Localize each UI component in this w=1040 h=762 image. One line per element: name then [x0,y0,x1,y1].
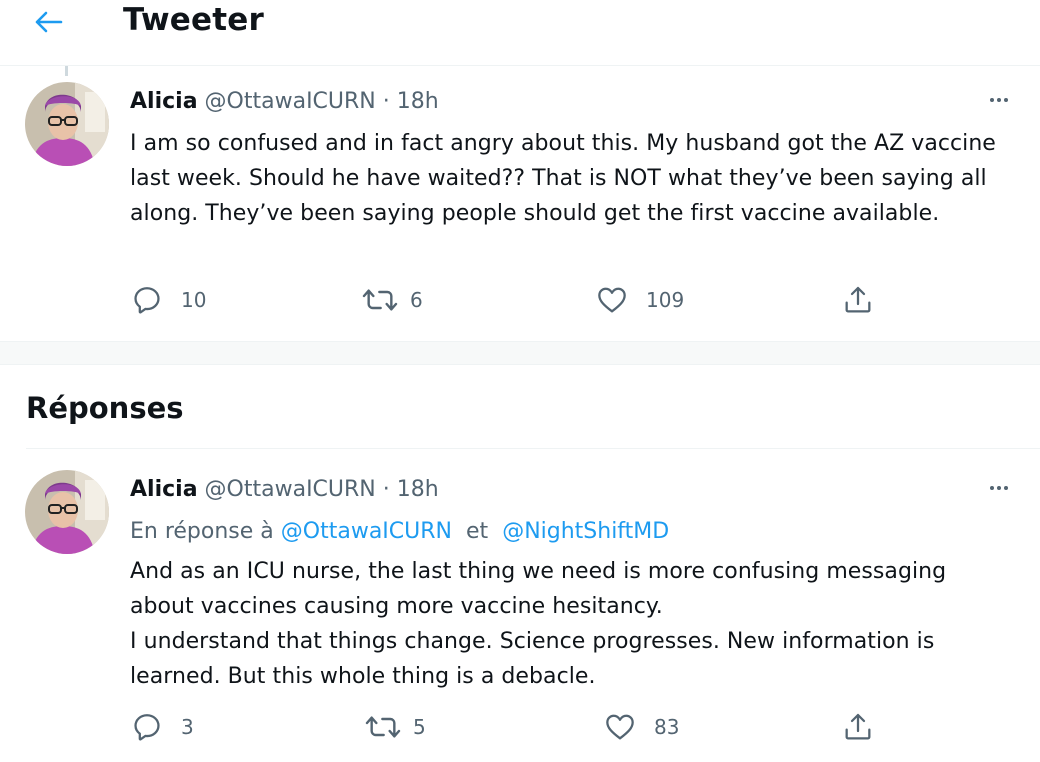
section-border [26,448,1040,449]
retweet-count: 6 [410,288,423,312]
tweet-actions: 3 5 83 [0,711,1040,751]
like-button[interactable]: 83 [604,711,679,743]
reply-count: 3 [181,715,194,739]
more-dots-icon [990,98,994,102]
reply-count: 10 [181,288,207,312]
share-button[interactable] [842,711,874,743]
reply-button[interactable]: 10 [131,284,206,316]
avatar-image [25,470,109,554]
meta-separator: · [382,89,390,114]
replies-section-title: Réponses [26,391,184,425]
retweet-icon [362,289,398,311]
tweet-meta: Alicia @OttawaICURN · 18h [130,88,439,116]
tweet-meta: Alicia @OttawaICURN · 18h [130,476,439,504]
retweet-button[interactable]: 6 [362,284,423,316]
reply-icon [134,287,160,314]
tweet-actions: 10 6 109 [0,284,1040,324]
heart-icon [606,714,634,740]
tweet-timestamp[interactable]: 18h [397,477,439,502]
tweet-text-paragraph: I understand that things change. Science… [130,629,935,689]
share-button[interactable] [842,284,874,316]
like-count: 109 [646,288,685,312]
retweet-count: 5 [413,715,426,739]
tweet-text: And as an ICU nurse, the last thing we n… [130,554,1010,694]
arrow-left-icon [35,11,63,33]
replying-to-label: En réponse à [130,519,274,544]
more-options-button[interactable] [984,478,1014,498]
reply-icon [134,714,160,741]
author-handle[interactable]: @OttawaICURN [205,477,376,502]
avatar[interactable] [25,82,109,166]
like-button[interactable]: 109 [596,284,684,316]
retweet-button[interactable]: 5 [365,711,426,743]
more-dots-icon [990,486,994,490]
replying-to-line: En réponse à @OttawaICURN et @NightShift… [130,518,669,546]
section-divider [0,341,1040,365]
mention-link[interactable]: @NightShiftMD [502,519,669,544]
mention-link[interactable]: @OttawaICURN [281,519,452,544]
author-handle[interactable]: @OttawaICURN [205,89,376,114]
author-name[interactable]: Alicia [130,89,198,114]
retweet-icon [365,716,401,738]
heart-icon [598,287,626,313]
back-button[interactable] [30,4,66,40]
like-count: 83 [654,715,680,739]
more-options-button[interactable] [984,90,1014,110]
thread-connector-line [65,66,68,76]
tweet-text: I am so confused and in fact angry about… [130,131,996,226]
meta-separator: · [382,477,390,502]
tweet-timestamp[interactable]: 18h [397,89,439,114]
page-title: Tweeter [123,2,264,38]
avatar[interactable] [25,470,109,554]
share-icon [845,713,871,740]
reply-button[interactable]: 3 [131,711,194,743]
share-icon [845,286,871,313]
avatar-image [25,82,109,166]
author-name[interactable]: Alicia [130,477,198,502]
replying-to-conjunction: et [466,519,489,544]
page-header: Tweeter [0,0,1040,66]
tweet-text-paragraph: And as an ICU nurse, the last thing we n… [130,559,947,619]
